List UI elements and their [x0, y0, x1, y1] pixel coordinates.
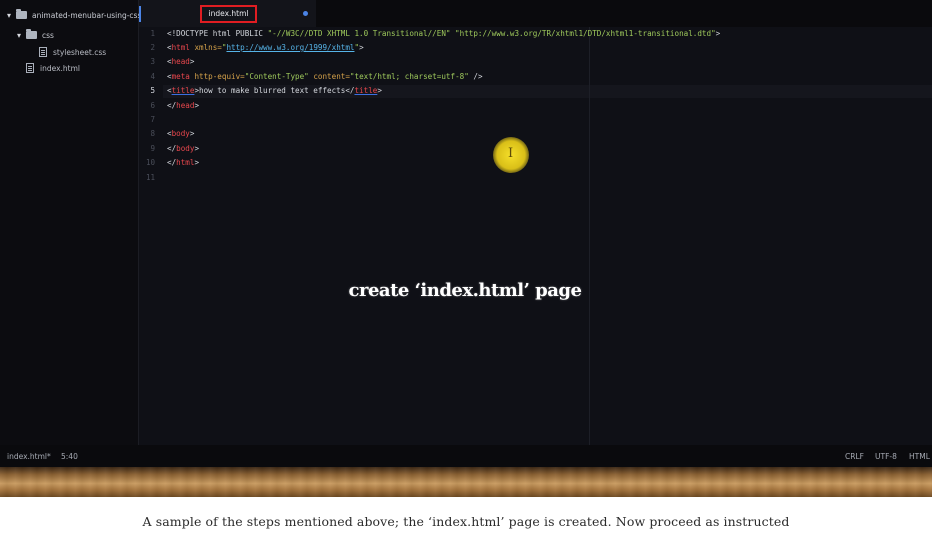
desk-surface	[0, 467, 932, 497]
code-token: "text/html; charset=utf-8"	[349, 72, 469, 81]
active-tab-indicator	[139, 6, 141, 22]
tab-bar: index.html	[139, 0, 932, 27]
modified-indicator-icon[interactable]	[303, 11, 308, 16]
file-icon	[26, 63, 34, 73]
code-token: </	[167, 144, 177, 153]
code-token: </	[167, 101, 177, 110]
code-line-5: <title>how to make blurred text effects<…	[167, 86, 382, 95]
line-number: 3	[150, 57, 155, 66]
tab-index-html[interactable]: index.html	[139, 0, 316, 27]
code-token: body	[176, 144, 195, 153]
tree-item-stylesheet[interactable]: stylesheet.css	[39, 44, 106, 60]
code-line-6: </head>	[167, 101, 199, 110]
line-number: 2	[150, 43, 155, 52]
code-token: >	[377, 86, 382, 95]
line-number: 9	[150, 144, 155, 153]
code-token: >	[194, 144, 200, 153]
tree-item-css-folder[interactable]: ▾ css	[14, 27, 54, 43]
code-token: >	[189, 129, 195, 138]
status-grammar[interactable]: HTML	[909, 452, 930, 461]
code-token: >	[194, 101, 200, 110]
status-line-ending[interactable]: CRLF	[845, 452, 864, 461]
line-number: 4	[150, 72, 155, 81]
editor-window: ▾ animated-menubar-using-css ▾ css style…	[0, 0, 932, 497]
tree-item-label: css	[42, 30, 54, 40]
code-token: "-//W3C//DTD XHTML 1.0 Transitional//EN"	[267, 29, 451, 38]
line-number: 8	[150, 129, 155, 138]
code-token: head	[171, 57, 190, 66]
status-encoding[interactable]: UTF-8	[875, 452, 897, 461]
folder-icon	[16, 9, 27, 19]
status-cursor-position[interactable]: 5:40	[61, 452, 78, 461]
code-token: head	[176, 101, 195, 110]
code-token: http-equiv=	[189, 72, 245, 81]
status-file-name[interactable]: index.html*	[7, 452, 51, 461]
code-token: body	[171, 129, 190, 138]
text-cursor-icon: I	[508, 146, 514, 161]
video-caption-overlay: create ‘index.html’ page	[348, 280, 582, 301]
code-token: >	[194, 158, 200, 167]
tab-label[interactable]: index.html	[200, 5, 257, 23]
tree-item-label: index.html	[40, 63, 80, 73]
code-token: title	[354, 86, 378, 95]
code-token: content=	[308, 72, 350, 81]
wrap-guide	[589, 27, 590, 445]
line-number: 10	[145, 158, 155, 167]
code-line-3: <head>	[167, 57, 194, 66]
tree-item-label: stylesheet.css	[53, 47, 107, 57]
code-token: how to make blurred text effects	[199, 86, 346, 95]
code-token: >	[715, 29, 721, 38]
code-token: "http://www.w3.org/TR/xhtml1/DTD/xhtml1-…	[455, 29, 716, 38]
chevron-down-icon[interactable]: ▾	[4, 11, 14, 20]
code-line-9: </body>	[167, 144, 199, 153]
line-number-gutter: 1 2 3 4 5 6 7 8 9 10 11	[139, 27, 163, 445]
code-token: </	[167, 158, 177, 167]
code-line-4: <meta http-equiv="Content-Type" content=…	[167, 72, 483, 81]
tree-item-project[interactable]: ▾ animated-menubar-using-css	[4, 7, 141, 23]
line-number: 1	[150, 29, 155, 38]
folder-icon	[26, 29, 37, 39]
code-line-1: <!DOCTYPE html PUBLIC "-//W3C//DTD XHTML…	[167, 29, 720, 38]
chevron-down-icon[interactable]: ▾	[14, 31, 24, 40]
tree-view: ▾ animated-menubar-using-css ▾ css style…	[0, 0, 141, 445]
code-token: meta	[171, 72, 190, 81]
code-token: />	[468, 72, 483, 81]
code-line-2: <html xmlns="http://www.w3.org/1999/xhtm…	[167, 43, 364, 52]
code-token: >	[359, 43, 364, 52]
line-number: 11	[145, 173, 155, 182]
code-token: "Content-Type"	[244, 72, 309, 81]
line-number: 6	[150, 101, 155, 110]
tree-item-label: animated-menubar-using-css	[32, 10, 142, 20]
line-number: 5	[150, 86, 155, 95]
tree-item-index[interactable]: index.html	[26, 60, 80, 76]
code-token: html	[176, 158, 195, 167]
code-editor[interactable]: 1 2 3 4 5 6 7 8 9 10 11 <!DOCTYPE html P…	[139, 27, 932, 445]
code-line-8: <body>	[167, 129, 194, 138]
code-token: html	[171, 43, 190, 52]
code-token: <!DOCTYPE html PUBLIC	[167, 29, 268, 38]
line-number: 7	[150, 115, 155, 124]
code-line-10: </html>	[167, 158, 199, 167]
status-bar: index.html* 5:40 CRLF UTF-8 HTML	[0, 445, 932, 467]
code-token: >	[189, 57, 195, 66]
figure-caption: A sample of the steps mentioned above; t…	[142, 514, 790, 529]
file-icon	[39, 47, 47, 57]
code-token: xmlns=	[189, 43, 222, 52]
code-token: title	[171, 86, 195, 95]
code-url-link[interactable]: http://www.w3.org/1999/xhtml	[226, 43, 354, 52]
